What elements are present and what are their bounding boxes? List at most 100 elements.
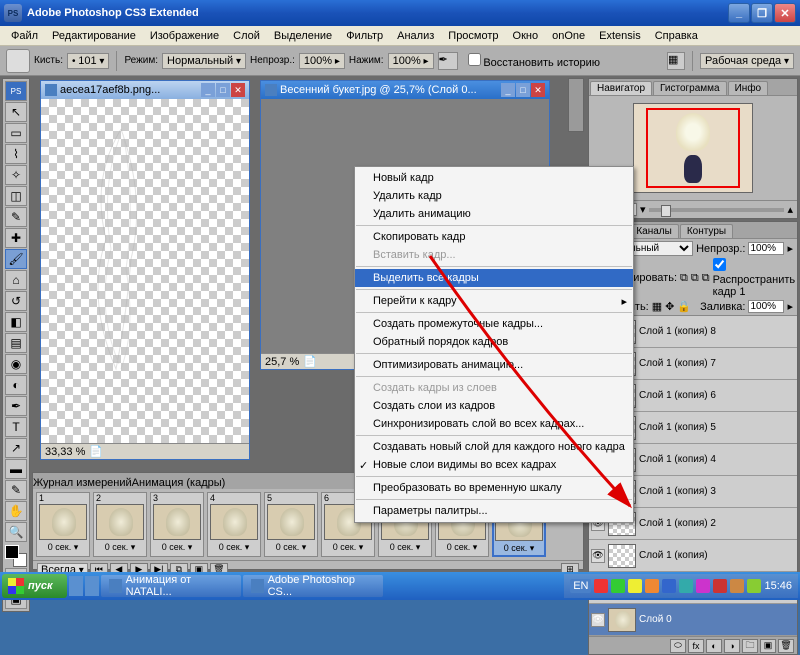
menu-item[interactable]: Синхронизировать слой во всех кадрах... xyxy=(355,415,633,433)
frame-delay[interactable]: 0 сек. ▾ xyxy=(332,541,364,554)
frame-delay[interactable]: 0 сек. ▾ xyxy=(503,542,535,555)
animation-frame[interactable]: 30 сек. ▾ xyxy=(150,492,204,557)
navigator-thumbnail[interactable] xyxy=(633,103,753,193)
path-tool-icon[interactable]: ↗ xyxy=(5,438,27,458)
menu-view[interactable]: Просмотр xyxy=(441,28,505,44)
taskbar-item[interactable]: Анимация от NATALI... xyxy=(101,575,241,597)
layer-fx-icon[interactable]: fx xyxy=(688,639,704,653)
tab-paths[interactable]: Контуры xyxy=(680,224,733,238)
frame-delay[interactable]: 0 сек. ▾ xyxy=(47,541,79,554)
zoom-in-icon[interactable]: ▴ xyxy=(787,203,793,216)
doc1-minimize-button[interactable]: _ xyxy=(201,83,215,97)
navigator-zoom-slider[interactable] xyxy=(649,208,785,212)
go-bridge-icon[interactable]: ▦ xyxy=(667,52,685,70)
unify-icon[interactable]: ⧉ xyxy=(702,272,710,285)
menu-item[interactable]: Перейти к кадру xyxy=(355,292,633,310)
flow-input[interactable]: 100% ▸ xyxy=(388,53,434,69)
animation-frame[interactable]: 10 сек. ▾ xyxy=(36,492,90,557)
tray-icon[interactable] xyxy=(662,579,676,593)
zoom-out-icon[interactable]: ▾ xyxy=(640,203,646,216)
zoom-tool-icon[interactable]: 🔍 xyxy=(5,522,27,542)
tray-icon[interactable] xyxy=(730,579,744,593)
tray-icon[interactable] xyxy=(611,579,625,593)
frame-thumbnail[interactable] xyxy=(39,504,87,540)
doc1-titlebar[interactable]: aecea17aef8b.png... _ □ ✕ xyxy=(41,81,249,99)
layer-group-icon[interactable]: 🗀 xyxy=(742,639,758,653)
doc1-canvas[interactable] xyxy=(41,99,249,443)
doc2-maximize-button[interactable]: □ xyxy=(516,83,530,97)
frame-delay[interactable]: 0 сек. ▾ xyxy=(161,541,193,554)
heal-tool-icon[interactable]: ✚ xyxy=(5,228,27,248)
tab-info[interactable]: Инфо xyxy=(728,81,769,95)
lasso-tool-icon[interactable]: ⌇ xyxy=(5,144,27,164)
blend-mode-select[interactable]: Нормальный ▾ xyxy=(162,53,246,69)
language-indicator[interactable]: EN xyxy=(570,579,591,593)
menu-analysis[interactable]: Анализ xyxy=(390,28,441,44)
close-button[interactable]: ✕ xyxy=(774,3,796,23)
frame-delay[interactable]: 0 сек. ▾ xyxy=(218,541,250,554)
brush-tool-icon[interactable]: 🖌 xyxy=(5,249,27,269)
animation-frame[interactable]: 40 сек. ▾ xyxy=(207,492,261,557)
tray-icon[interactable] xyxy=(645,579,659,593)
menu-item[interactable]: Преобразовать во временную шкалу xyxy=(355,479,633,497)
shape-tool-icon[interactable]: ▬ xyxy=(5,459,27,479)
pen-tool-icon[interactable]: ✒ xyxy=(5,396,27,416)
tab-measurements[interactable]: Журнал измерений xyxy=(33,477,132,489)
gradient-tool-icon[interactable]: ▤ xyxy=(5,333,27,353)
quicklaunch-icon[interactable] xyxy=(69,576,83,596)
frame-thumbnail[interactable] xyxy=(267,504,315,540)
frame-thumbnail[interactable] xyxy=(96,504,144,540)
menu-item[interactable]: Создать промежуточные кадры... xyxy=(355,315,633,333)
restore-history-checkbox[interactable]: Восстановить историю xyxy=(468,53,600,69)
menu-extensis[interactable]: Extensis xyxy=(592,28,648,44)
frame-thumbnail[interactable] xyxy=(153,504,201,540)
type-tool-icon[interactable]: T xyxy=(5,417,27,437)
menu-item[interactable]: Скопировать кадр xyxy=(355,228,633,246)
menu-item[interactable]: Удалить анимацию xyxy=(355,205,633,223)
tray-icon[interactable] xyxy=(628,579,642,593)
start-button[interactable]: пуск xyxy=(2,574,67,598)
document-window-1[interactable]: aecea17aef8b.png... _ □ ✕ 33,33 %📄 xyxy=(40,80,250,460)
menu-file[interactable]: Файл xyxy=(4,28,45,44)
visibility-icon[interactable]: 👁 xyxy=(591,613,605,627)
notes-tool-icon[interactable]: ✎ xyxy=(5,480,27,500)
quicklaunch-icon[interactable] xyxy=(85,576,99,596)
menu-item[interactable]: Создавать новый слой для каждого нового … xyxy=(355,438,633,456)
layer-row[interactable]: 👁Слой 0 xyxy=(589,604,797,636)
panel-grip-1[interactable] xyxy=(568,78,584,132)
layer-mask-icon[interactable]: ◐ xyxy=(706,639,722,653)
doc2-minimize-button[interactable]: _ xyxy=(501,83,515,97)
layer-row[interactable]: 👁Слой 1 (копия) xyxy=(589,540,797,572)
lock-all-icon[interactable]: 🔒 xyxy=(677,300,691,313)
menu-item[interactable]: Новые слои видимы во всех кадрах xyxy=(355,456,633,474)
marquee-tool-icon[interactable]: ▭ xyxy=(5,123,27,143)
tray-icon[interactable] xyxy=(696,579,710,593)
lock-pixels-icon[interactable]: ▦ xyxy=(652,300,662,313)
menu-layer[interactable]: Слой xyxy=(226,28,267,44)
layer-thumbnail[interactable] xyxy=(608,544,636,568)
crop-tool-icon[interactable]: ◫ xyxy=(5,186,27,206)
tray-icon[interactable] xyxy=(679,579,693,593)
animation-frame[interactable]: 50 сек. ▾ xyxy=(264,492,318,557)
tool-preset-icon[interactable] xyxy=(6,49,30,73)
menu-select[interactable]: Выделение xyxy=(267,28,339,44)
new-layer-icon[interactable]: ▣ xyxy=(760,639,776,653)
clock[interactable]: 15:46 xyxy=(764,580,792,592)
hand-tool-icon[interactable]: ✋ xyxy=(5,501,27,521)
workspace-select[interactable]: Рабочая среда ▾ xyxy=(700,53,794,69)
layer-thumbnail[interactable] xyxy=(608,608,636,632)
tab-animation-frames[interactable]: Анимация (кадры) xyxy=(132,477,226,489)
eyedropper-tool-icon[interactable]: ✎ xyxy=(5,207,27,227)
wand-tool-icon[interactable]: ✧ xyxy=(5,165,27,185)
frame-delay[interactable]: 0 сек. ▾ xyxy=(275,541,307,554)
menu-filter[interactable]: Фильтр xyxy=(339,28,390,44)
minimize-button[interactable]: _ xyxy=(728,3,750,23)
color-swatches[interactable] xyxy=(5,545,27,567)
menu-help[interactable]: Справка xyxy=(648,28,705,44)
layer-fill-input[interactable] xyxy=(748,300,784,313)
move-tool-icon[interactable]: ↖ xyxy=(5,102,27,122)
frame-delay[interactable]: 0 сек. ▾ xyxy=(446,541,478,554)
menu-window[interactable]: Окно xyxy=(506,28,546,44)
adjustment-layer-icon[interactable]: ◑ xyxy=(724,639,740,653)
menu-item[interactable]: Новый кадр xyxy=(355,169,633,187)
